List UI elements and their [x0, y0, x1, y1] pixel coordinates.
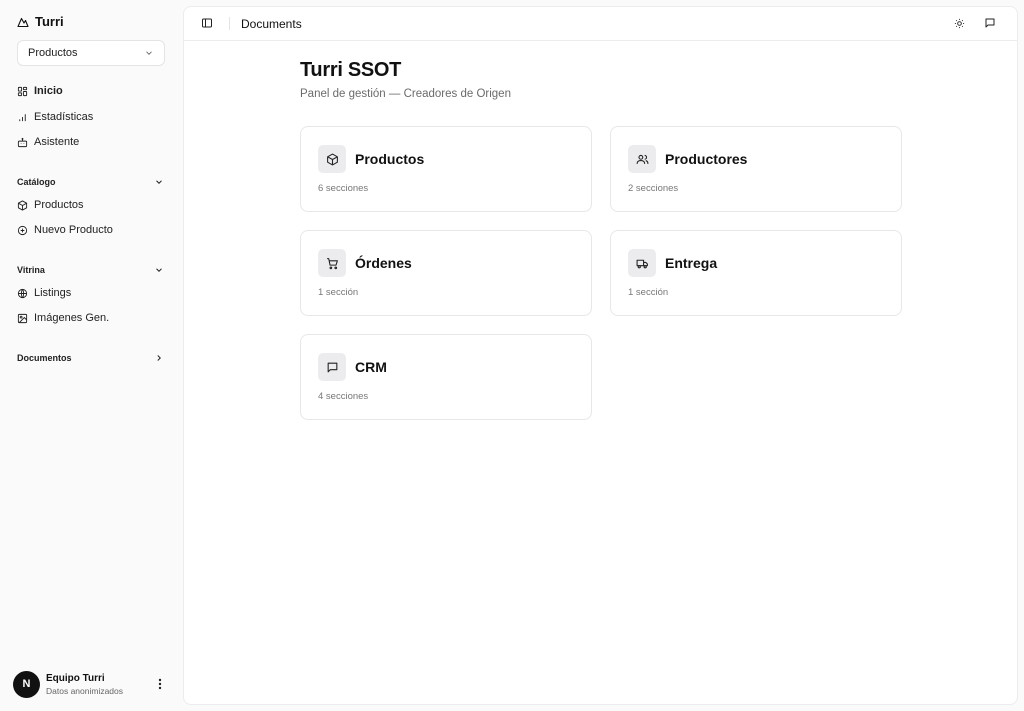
- main-panel: Documents Turri SSOT Panel de gestión — …: [183, 6, 1018, 705]
- page-subtitle: Panel de gestión — Creadores de Origen: [300, 88, 511, 100]
- breadcrumb-title: Documents: [241, 17, 302, 31]
- message-icon: [318, 353, 346, 381]
- card-count: 1 sección: [318, 287, 359, 298]
- sun-icon[interactable]: [954, 18, 965, 29]
- cart-icon: [318, 249, 346, 277]
- bar-chart-icon: [17, 112, 28, 123]
- user-menu[interactable]: N Equipo Turri Datos anonimizados: [13, 669, 168, 699]
- nav-item-imagenes[interactable]: Imágenes Gen.: [17, 309, 109, 327]
- page-title: Turri SSOT: [300, 59, 402, 81]
- package-icon: [17, 199, 28, 211]
- group-label: Documentos: [17, 353, 72, 363]
- avatar: N: [13, 670, 40, 698]
- card-title: Productores: [665, 151, 748, 167]
- nav-label: Inicio: [34, 85, 63, 97]
- users-icon: [628, 145, 656, 173]
- message-icon[interactable]: [984, 17, 996, 29]
- bot-icon: [17, 137, 28, 148]
- group-vitrina[interactable]: Vitrina: [17, 263, 164, 277]
- card-productores[interactable]: Productores 2 secciones: [610, 126, 902, 212]
- nav-label: Productos: [34, 199, 84, 211]
- card-crm[interactable]: CRM 4 secciones: [300, 334, 592, 420]
- group-documentos[interactable]: Documentos: [17, 351, 164, 365]
- card-title: CRM: [355, 359, 387, 375]
- nav-label: Asistente: [34, 136, 80, 148]
- nav-item-productos[interactable]: Productos: [17, 196, 84, 214]
- truck-icon: [628, 249, 656, 277]
- nav-item-asistente[interactable]: Asistente: [17, 133, 79, 151]
- group-label: Catálogo: [17, 177, 56, 187]
- nav-item-inicio[interactable]: Inicio: [17, 82, 63, 100]
- group-catalogo[interactable]: Catálogo: [17, 175, 164, 189]
- card-title: Entrega: [665, 255, 718, 271]
- card-productos[interactable]: Productos 6 secciones: [300, 126, 592, 212]
- chevron-down-icon: [144, 48, 154, 58]
- card-count: 1 sección: [628, 287, 669, 298]
- card-ordenes[interactable]: Órdenes 1 sección: [300, 230, 592, 316]
- brand-name: Turri: [35, 14, 64, 29]
- image-icon: [17, 313, 28, 324]
- switcher-value: Productos: [28, 47, 78, 59]
- divider: [229, 17, 230, 30]
- package-icon: [318, 145, 346, 173]
- card-title: Productos: [355, 151, 425, 167]
- nav-item-estadisticas[interactable]: Estadísticas: [17, 108, 93, 126]
- group-label: Vitrina: [17, 265, 45, 275]
- nav-item-nuevo-producto[interactable]: Nuevo Producto: [17, 221, 113, 239]
- card-count: 6 secciones: [318, 183, 369, 194]
- user-subtitle: Datos anonimizados: [46, 685, 124, 696]
- card-title: Órdenes: [355, 255, 412, 271]
- nav-label: Nuevo Producto: [34, 224, 113, 236]
- grid-icon: [17, 86, 28, 97]
- user-name: Equipo Turri: [46, 672, 105, 684]
- brand[interactable]: Turri: [17, 14, 64, 29]
- chevron-down-icon: [154, 177, 164, 187]
- nav-label: Listings: [34, 287, 72, 299]
- nav-label: Imágenes Gen.: [34, 312, 110, 324]
- chevron-right-icon: [154, 353, 164, 363]
- mountain-icon: [17, 16, 29, 28]
- nav-label: Estadísticas: [34, 111, 94, 123]
- sidebar: Turri Productos Inicio Estadísticas Asis…: [0, 0, 182, 711]
- nav-item-listings[interactable]: Listings: [17, 284, 71, 302]
- chevron-down-icon: [154, 265, 164, 275]
- plus-circle-icon: [17, 225, 28, 236]
- sidebar-toggle-icon[interactable]: [201, 17, 213, 29]
- topbar: Documents: [184, 7, 1017, 41]
- card-count: 2 secciones: [628, 183, 679, 194]
- product-switcher[interactable]: Productos: [17, 40, 165, 66]
- card-entrega[interactable]: Entrega 1 sección: [610, 230, 902, 316]
- card-count: 4 secciones: [318, 391, 369, 402]
- more-vertical-icon[interactable]: [154, 677, 166, 691]
- globe-icon: [17, 288, 28, 299]
